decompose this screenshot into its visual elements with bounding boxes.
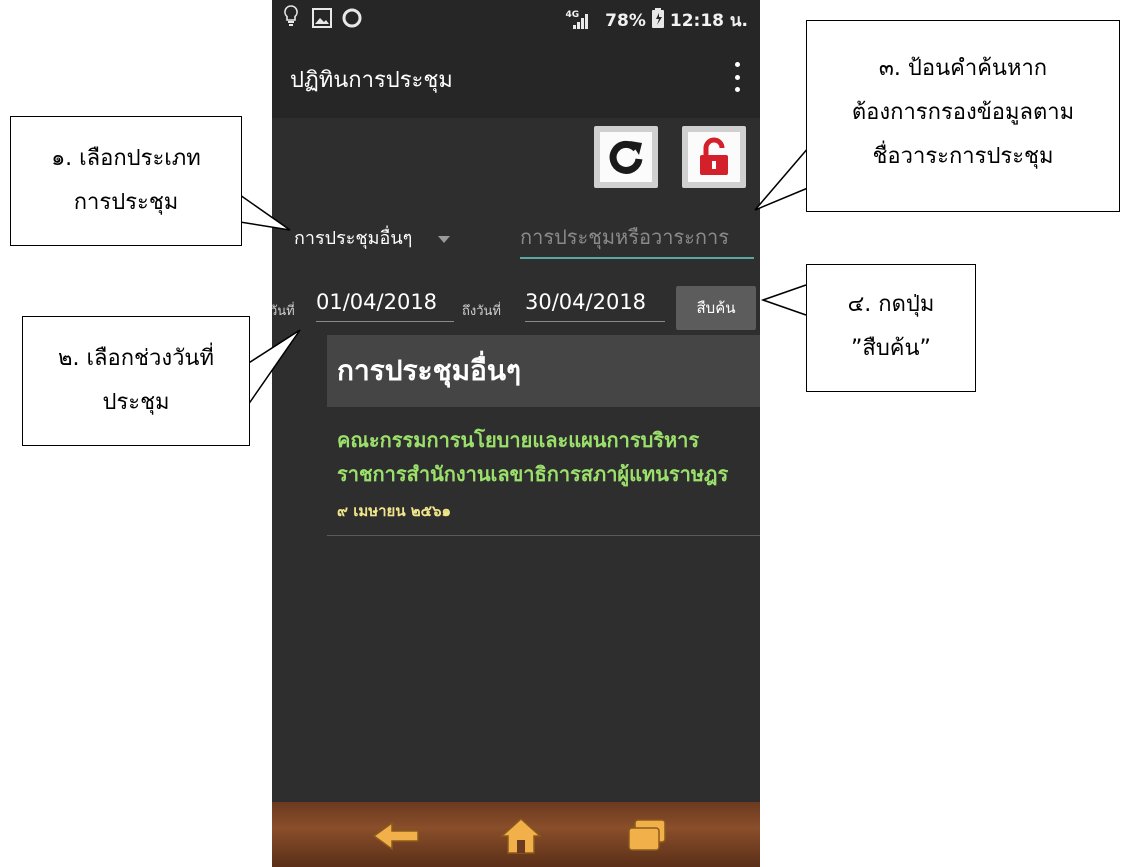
bulb-icon <box>284 5 298 32</box>
phone-screen: 4G 78% 12:18 น. ปฏิทินการประชุม การประชุ… <box>272 0 760 867</box>
battery-icon <box>651 8 664 33</box>
callout-text: การประชุม <box>73 190 179 215</box>
from-date-label: วันที่ <box>272 304 295 319</box>
callout-select-dates: ๒. เลือกช่วงวันที่ ประชุม <box>22 316 250 446</box>
item-date: ๙ เมษายน ๒๕๖๑ <box>337 502 452 520</box>
callout-search-term: ๓. ป้อนคำค้นหาก ต้องการกรองข้อมูลตาม ชื่… <box>806 20 1120 212</box>
list-header: การประชุมอื่นๆ <box>327 335 760 407</box>
battery-percent: 78% <box>605 10 646 31</box>
item-title: คณะกรรมการนโยบายและแผนการบริหารราชการสำน… <box>337 428 729 486</box>
callout-text: ชื่อวาระการประชุม <box>872 144 1054 169</box>
callout-text: ประชุม <box>102 390 170 415</box>
home-icon[interactable] <box>494 816 548 856</box>
from-date-field[interactable]: 01/04/2018 <box>316 288 454 322</box>
navigation-bar <box>272 802 760 867</box>
image-icon <box>312 8 332 33</box>
callout-text: ”สืบค้น” <box>851 336 931 361</box>
status-bar: 4G 78% 12:18 น. <box>272 0 760 38</box>
meeting-type-select[interactable]: การประชุมอื่นๆ <box>294 223 451 252</box>
to-date-label: ถึงวันที่ <box>462 304 501 319</box>
unlock-icon <box>688 132 740 182</box>
refresh-button[interactable] <box>594 126 658 188</box>
list-item[interactable]: คณะกรรมการนโยบายและแผนการบริหารราชการสำน… <box>327 407 760 536</box>
circle-status-icon <box>342 8 362 33</box>
unlock-button[interactable] <box>682 126 746 188</box>
page-title: ปฏิทินการประชุม <box>290 68 453 93</box>
filter-row: การประชุมอื่นๆ การประชุมหรือวาระการ <box>272 205 760 265</box>
dropdown-caret-icon <box>438 236 451 243</box>
callout-text: ต้องการกรองข้อมูลตาม <box>851 100 1075 125</box>
date-range-row: วันที่ 01/04/2018 ถึงวันที่ 30/04/2018 ส… <box>272 278 760 330</box>
clock: 12:18 น. <box>669 11 748 31</box>
callout-text: ๔. กดปุ่ม <box>847 292 935 317</box>
callout-text: ๓. ป้อนคำค้นหาก <box>878 56 1048 81</box>
recent-apps-icon[interactable] <box>620 816 674 856</box>
results-list: การประชุมอื่นๆ คณะกรรมการนโยบายและแผนการ… <box>327 335 760 536</box>
app-bar: ปฏิทินการประชุม <box>272 38 760 118</box>
meeting-type-value: การประชุมอื่นๆ <box>294 228 413 249</box>
back-arrow-icon[interactable] <box>370 816 424 856</box>
overflow-menu-icon[interactable] <box>732 62 742 92</box>
callout-press-search: ๔. กดปุ่ม ”สืบค้น” <box>806 264 976 392</box>
callout-select-type: ๑. เลือกประเภท การประชุม <box>10 116 242 246</box>
callout-text: ๑. เลือกประเภท <box>51 146 201 171</box>
search-button[interactable]: สืบค้น <box>676 286 756 330</box>
signal-icon: 4G <box>566 10 588 29</box>
refresh-icon <box>600 132 652 182</box>
search-input[interactable]: การประชุมหรือวาระการ <box>520 219 754 259</box>
to-date-field[interactable]: 30/04/2018 <box>525 288 665 322</box>
callout-text: ๒. เลือกช่วงวันที่ <box>58 346 214 371</box>
